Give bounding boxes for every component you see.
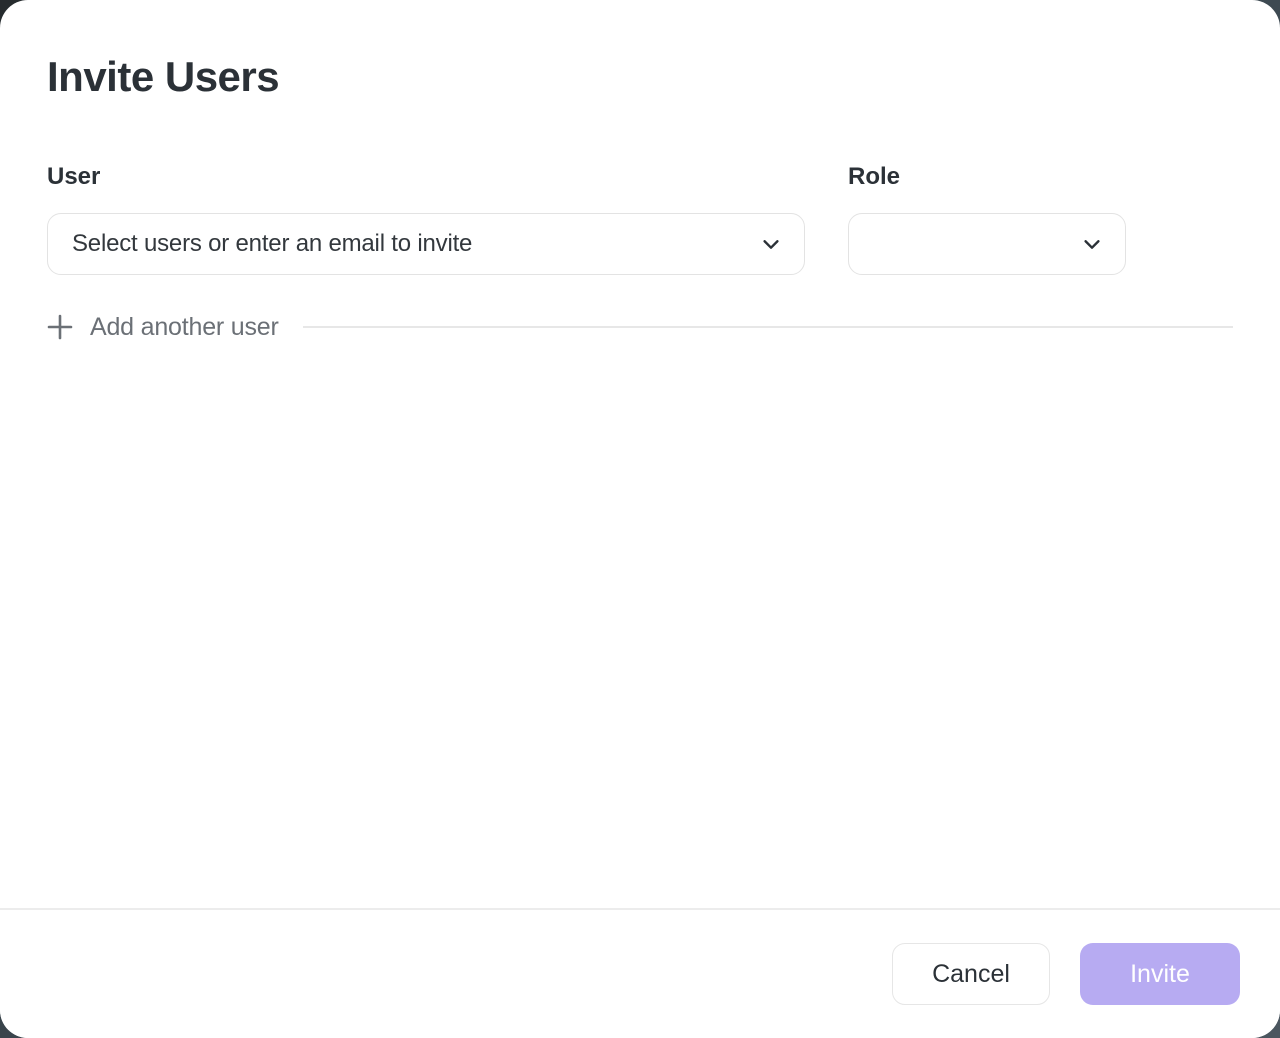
user-select[interactable]: Select users or enter an email to invite <box>47 213 805 275</box>
role-field-group: Role <box>848 162 1126 275</box>
add-another-user-button[interactable]: Add another user <box>47 314 279 340</box>
dialog-footer: Cancel Invite <box>0 908 1280 1038</box>
chevron-down-icon <box>1081 233 1103 255</box>
invite-button[interactable]: Invite <box>1080 943 1240 1005</box>
user-select-placeholder: Select users or enter an email to invite <box>72 230 472 258</box>
role-field-label: Role <box>848 162 1126 192</box>
page-title: Invite Users <box>47 54 1233 100</box>
row-divider <box>303 326 1233 328</box>
chevron-down-icon <box>760 233 782 255</box>
role-select[interactable] <box>848 213 1126 275</box>
user-field-group: User Select users or enter an email to i… <box>47 162 805 275</box>
dialog-body: Invite Users User Select users or enter … <box>0 54 1280 351</box>
add-another-user-row: Add another user <box>47 303 1233 351</box>
user-field-label: User <box>47 162 805 192</box>
invite-row: User Select users or enter an email to i… <box>47 162 1233 275</box>
cancel-button[interactable]: Cancel <box>892 943 1050 1005</box>
plus-icon <box>47 314 73 340</box>
add-another-user-label: Add another user <box>90 315 279 340</box>
invite-users-dialog: Invite Users User Select users or enter … <box>0 0 1280 1038</box>
